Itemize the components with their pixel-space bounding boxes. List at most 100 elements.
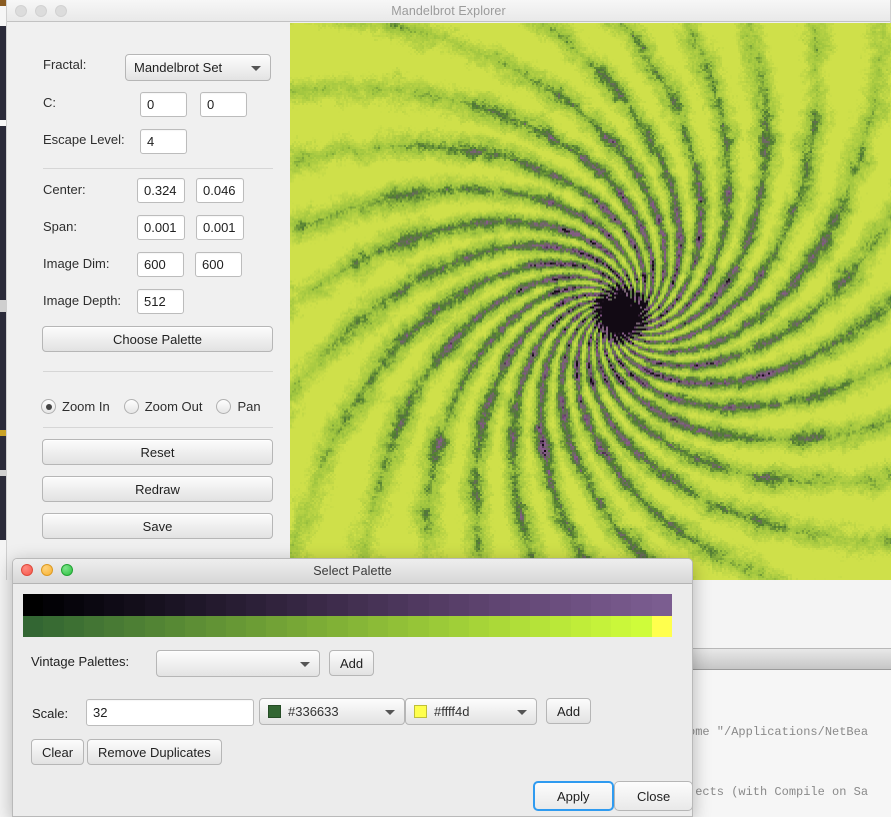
- palette-swatch[interactable]: [651, 615, 672, 637]
- palette-swatch[interactable]: [246, 615, 267, 637]
- apply-button[interactable]: Apply: [533, 781, 614, 811]
- palette-swatch[interactable]: [164, 615, 186, 637]
- palette-swatch[interactable]: [570, 594, 591, 616]
- fractal-image-view[interactable]: [290, 23, 891, 580]
- palette-swatch[interactable]: [306, 615, 328, 637]
- palette-swatch[interactable]: [550, 594, 571, 616]
- palette-swatch[interactable]: [43, 615, 64, 637]
- palette-swatch[interactable]: [590, 615, 612, 637]
- maximize-button-icon[interactable]: [61, 564, 73, 576]
- palette-swatch[interactable]: [347, 594, 368, 616]
- palette-swatch[interactable]: [509, 594, 531, 616]
- palette-swatch[interactable]: [124, 615, 145, 637]
- reset-button[interactable]: Reset: [42, 439, 273, 465]
- escape-level-input[interactable]: 4: [140, 129, 187, 154]
- palette-swatch[interactable]: [144, 615, 165, 637]
- palette-swatch[interactable]: [611, 594, 632, 616]
- palette-swatch[interactable]: [489, 594, 510, 616]
- palette-swatch[interactable]: [83, 594, 105, 616]
- scale-input[interactable]: 32: [86, 699, 254, 726]
- minimize-button-icon[interactable]: [35, 5, 47, 17]
- palette-swatch[interactable]: [631, 615, 652, 637]
- palette-swatch[interactable]: [448, 615, 470, 637]
- palette-swatch[interactable]: [306, 594, 328, 616]
- palette-swatch[interactable]: [550, 615, 571, 637]
- palette-swatch[interactable]: [63, 594, 84, 616]
- fractal-select[interactable]: Mandelbrot Set: [125, 54, 271, 81]
- palette-gradient-row-bottom[interactable]: [23, 615, 672, 637]
- palette-swatch[interactable]: [225, 615, 247, 637]
- palette-swatch[interactable]: [185, 594, 206, 616]
- palette-swatch[interactable]: [509, 615, 531, 637]
- palette-swatch[interactable]: [185, 615, 206, 637]
- palette-swatch[interactable]: [327, 594, 348, 616]
- main-window-traffic-lights[interactable]: [15, 0, 67, 22]
- clear-button[interactable]: Clear: [31, 739, 85, 765]
- palette-swatch[interactable]: [164, 594, 186, 616]
- image-dim-height-input[interactable]: 600: [195, 252, 242, 277]
- palette-swatch[interactable]: [388, 594, 409, 616]
- center-x-input[interactable]: 0.324: [137, 178, 185, 203]
- choose-palette-button[interactable]: Choose Palette: [42, 326, 273, 352]
- palette-swatch[interactable]: [104, 615, 125, 637]
- c-imag-input[interactable]: 0: [200, 92, 247, 117]
- palette-swatch[interactable]: [225, 594, 247, 616]
- palette-swatch[interactable]: [408, 594, 429, 616]
- palette-swatch[interactable]: [570, 615, 591, 637]
- close-button[interactable]: Close: [614, 781, 692, 811]
- palette-swatch[interactable]: [246, 594, 267, 616]
- palette-preview-strip[interactable]: [23, 594, 672, 637]
- palette-swatch[interactable]: [63, 615, 84, 637]
- palette-swatch[interactable]: [327, 615, 348, 637]
- palette-swatch[interactable]: [428, 594, 449, 616]
- palette-swatch[interactable]: [367, 615, 389, 637]
- palette-swatch[interactable]: [124, 594, 145, 616]
- maximize-button-icon[interactable]: [55, 5, 67, 17]
- fractal-canvas[interactable]: [290, 23, 891, 580]
- end-color-select[interactable]: #ffff4d: [405, 698, 537, 725]
- palette-swatch[interactable]: [104, 594, 125, 616]
- palette-swatch[interactable]: [266, 615, 287, 637]
- palette-swatch[interactable]: [631, 594, 652, 616]
- remove-duplicates-button[interactable]: Remove Duplicates: [87, 739, 222, 765]
- palette-swatch[interactable]: [23, 615, 44, 637]
- palette-swatch[interactable]: [347, 615, 368, 637]
- start-color-select[interactable]: #336633: [259, 698, 405, 725]
- minimize-button-icon[interactable]: [41, 564, 53, 576]
- image-dim-width-input[interactable]: 600: [137, 252, 184, 277]
- palette-swatch[interactable]: [469, 615, 490, 637]
- palette-swatch[interactable]: [43, 594, 64, 616]
- palette-swatch[interactable]: [286, 594, 307, 616]
- palette-swatch[interactable]: [83, 615, 105, 637]
- color-add-button[interactable]: Add: [546, 698, 592, 724]
- c-real-input[interactable]: 0: [140, 92, 187, 117]
- radio-zoom-out[interactable]: Zoom Out: [123, 399, 202, 414]
- palette-swatch[interactable]: [266, 594, 287, 616]
- save-button[interactable]: Save: [42, 513, 273, 539]
- palette-swatch[interactable]: [590, 594, 612, 616]
- palette-dialog-traffic-lights[interactable]: [21, 559, 73, 581]
- palette-swatch[interactable]: [530, 615, 551, 637]
- palette-swatch[interactable]: [469, 594, 490, 616]
- palette-swatch[interactable]: [286, 615, 307, 637]
- center-y-input[interactable]: 0.046: [196, 178, 244, 203]
- palette-swatch[interactable]: [489, 615, 510, 637]
- image-depth-input[interactable]: 512: [137, 289, 184, 314]
- vintage-add-button[interactable]: Add: [329, 650, 375, 676]
- palette-swatch[interactable]: [205, 615, 226, 637]
- palette-gradient-row-top[interactable]: [23, 594, 672, 616]
- span-y-input[interactable]: 0.001: [196, 215, 244, 240]
- palette-swatch[interactable]: [530, 594, 551, 616]
- palette-swatch[interactable]: [611, 615, 632, 637]
- palette-swatch[interactable]: [428, 615, 449, 637]
- close-button-icon[interactable]: [15, 5, 27, 17]
- palette-swatch[interactable]: [23, 594, 44, 616]
- redraw-button[interactable]: Redraw: [42, 476, 273, 502]
- span-x-input[interactable]: 0.001: [137, 215, 185, 240]
- palette-swatch[interactable]: [448, 594, 470, 616]
- palette-swatch[interactable]: [144, 594, 165, 616]
- radio-zoom-in[interactable]: Zoom In: [41, 399, 110, 414]
- palette-swatch[interactable]: [651, 594, 672, 616]
- vintage-palettes-select[interactable]: [156, 650, 320, 677]
- palette-swatch[interactable]: [408, 615, 429, 637]
